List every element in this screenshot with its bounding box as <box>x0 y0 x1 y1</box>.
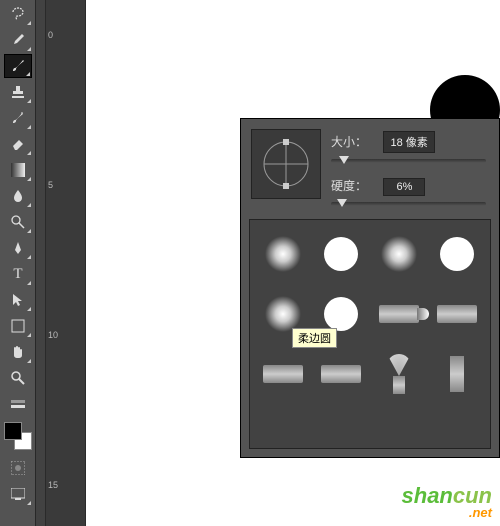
color-swatch[interactable] <box>4 422 32 450</box>
preset-hard-round[interactable] <box>428 224 486 284</box>
preset-flat[interactable] <box>254 344 312 404</box>
toolbar-divider <box>36 0 46 526</box>
preset-tooltip: 柔边圆 <box>292 328 337 348</box>
blur-tool[interactable] <box>4 184 32 208</box>
watermark: shancun .net <box>402 483 492 520</box>
dodge-tool[interactable] <box>4 210 32 234</box>
hand-tool[interactable] <box>4 340 32 364</box>
preset-soft-round[interactable] <box>370 224 428 284</box>
gradient-tool[interactable] <box>4 158 32 182</box>
size-slider[interactable] <box>331 159 486 163</box>
quickmask-tool[interactable] <box>4 456 32 480</box>
eraser-tool[interactable] <box>4 132 32 156</box>
vertical-ruler: 0 5 10 15 <box>46 0 86 526</box>
path-select-tool[interactable] <box>4 288 32 312</box>
history-brush-tool[interactable] <box>4 106 32 130</box>
tools-toolbar: T <box>0 0 36 526</box>
ruler-tick: 5 <box>48 180 53 190</box>
zoom-tool[interactable] <box>4 366 32 390</box>
foreground-color[interactable] <box>4 422 22 440</box>
preset-round-bristle[interactable] <box>370 284 428 344</box>
pen-tool[interactable] <box>4 236 32 260</box>
preset-square-brush[interactable] <box>428 344 486 404</box>
stamp-tool[interactable] <box>4 80 32 104</box>
lasso-tool[interactable] <box>4 2 32 26</box>
brush-preset-panel: 大小： 18 像素 硬度： 6% 柔边圆 <box>240 118 500 458</box>
shape-tool[interactable] <box>4 314 32 338</box>
preset-hard-round[interactable] <box>312 224 370 284</box>
eyedropper-tool[interactable] <box>4 28 32 52</box>
ruler-tick: 0 <box>48 30 53 40</box>
brush-tool[interactable] <box>4 54 32 78</box>
preset-flat[interactable] <box>312 344 370 404</box>
size-label: 大小： <box>331 133 379 150</box>
type-tool[interactable]: T <box>4 262 32 286</box>
hardness-input[interactable]: 6% <box>383 178 425 196</box>
preset-flat-bristle[interactable] <box>428 284 486 344</box>
ruler-tick: 15 <box>48 480 58 490</box>
misc-tool[interactable] <box>4 392 32 416</box>
brush-preset-grid: 柔边圆 <box>249 219 491 449</box>
size-input[interactable]: 18 像素 <box>383 131 434 153</box>
hardness-label: 硬度： <box>331 177 379 194</box>
screenmode-tool[interactable] <box>4 482 32 506</box>
hardness-slider[interactable] <box>331 202 486 206</box>
ruler-tick: 10 <box>48 330 58 340</box>
brush-tip-preview <box>251 129 321 199</box>
preset-fan-brush[interactable] <box>370 344 428 404</box>
preset-soft-round[interactable] <box>254 224 312 284</box>
